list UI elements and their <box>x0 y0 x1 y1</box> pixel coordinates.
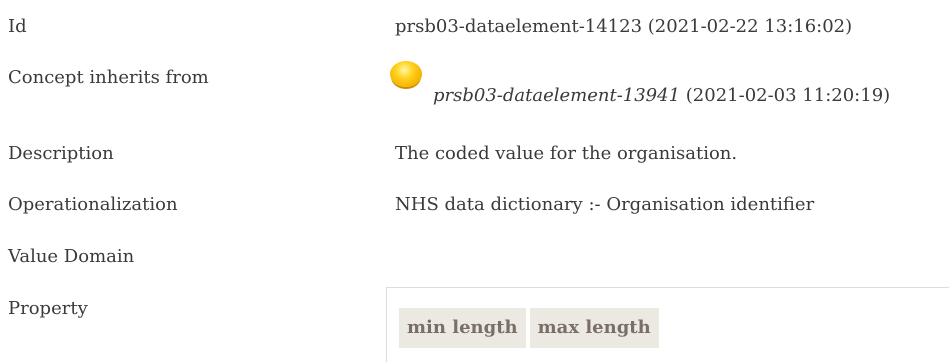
row-id: Id prsb03-dataelement-14123 (2021-02-22 … <box>0 12 949 42</box>
property-label: Property <box>8 298 88 319</box>
operationalization-label: Operationalization <box>8 194 178 215</box>
property-table: min length max length <box>386 287 949 362</box>
yellow-circle-icon <box>390 61 422 87</box>
id-label: Id <box>8 16 27 37</box>
column-header-max-length: max length <box>529 308 659 348</box>
row-description: Description The coded value for the orga… <box>0 139 949 169</box>
row-operationalization: Operationalization NHS data dictionary :… <box>0 190 949 220</box>
row-concept-inherits: Concept inherits from prsb03-dataelement… <box>0 61 949 106</box>
value-domain-label: Value Domain <box>8 246 135 267</box>
column-header-min-length: min length <box>399 308 526 348</box>
concept-inherits-label: Concept inherits from <box>8 67 209 88</box>
description-label: Description <box>8 143 114 164</box>
property-table-header: min length max length <box>399 308 659 348</box>
operationalization-value: NHS data dictionary :- Organisation iden… <box>395 194 815 215</box>
row-value-domain: Value Domain <box>0 242 949 272</box>
id-value: prsb03-dataelement-14123 (2021-02-22 13:… <box>395 16 853 37</box>
inherited-concept-link[interactable]: prsb03-dataelement-13941 <box>433 85 680 106</box>
description-value: The coded value for the organisation. <box>395 143 738 164</box>
concept-inherits-value: prsb03-dataelement-13941 (2021-02-03 11:… <box>390 61 891 111</box>
inherited-concept-date: (2021-02-03 11:20:19) <box>685 85 891 106</box>
